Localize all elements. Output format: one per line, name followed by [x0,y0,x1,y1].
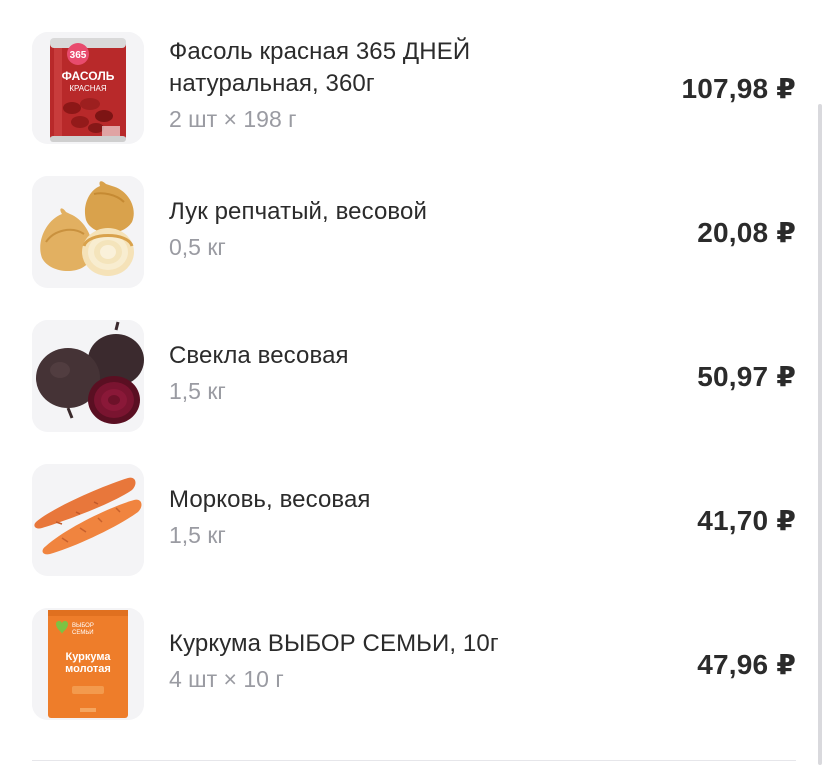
cart-item[interactable]: 365 ФАСОЛЬ КРАСНАЯ Фасоль красная 365 ДН… [0,32,828,176]
list-divider [32,760,796,761]
svg-text:Куркума: Куркума [66,651,112,663]
cart-item[interactable]: Морковь, весовая 1,5 кг 41,70 ₽ [0,464,828,608]
turmeric-pack-icon[interactable]: ВЫБОР СЕМЬИ Куркума молотая [32,608,144,720]
product-price: 47,96 ₽ [697,649,796,680]
svg-text:365: 365 [70,50,87,61]
cart-item-info: Фасоль красная 365 ДНЕЙ натуральная, 360… [169,36,649,134]
product-price: 107,98 ₽ [681,73,796,104]
svg-text:СЕМЬИ: СЕМЬИ [72,630,94,636]
product-price: 20,08 ₽ [697,217,796,248]
cart-item[interactable]: Лук репчатый, весовой 0,5 кг 20,08 ₽ [0,176,828,320]
product-name[interactable]: Лук репчатый, весовой [169,196,649,228]
red-beans-can-icon[interactable]: 365 ФАСОЛЬ КРАСНАЯ [32,32,144,144]
product-quantity: 1,5 кг [169,522,226,548]
cart-item-info: Куркума ВЫБОР СЕМЬИ, 10г 4 шт × 10 г [169,628,649,694]
product-quantity: 1,5 кг [169,378,226,404]
beetroot-icon[interactable] [32,320,144,432]
carrot-icon[interactable] [32,464,144,576]
product-name[interactable]: Свекла весовая [169,340,649,372]
cart-item-info: Морковь, весовая 1,5 кг [169,484,649,550]
scrollbar[interactable] [818,104,822,765]
svg-text:КРАСНАЯ: КРАСНАЯ [69,84,107,93]
product-quantity: 2 шт × 198 г [169,106,297,132]
cart-item[interactable]: ВЫБОР СЕМЬИ Куркума молотая Куркума ВЫБО… [0,608,828,752]
onion-icon[interactable] [32,176,144,288]
product-price: 50,97 ₽ [697,361,796,392]
svg-text:ВЫБОР: ВЫБОР [72,623,94,629]
product-name[interactable]: Куркума ВЫБОР СЕМЬИ, 10г [169,628,649,660]
svg-text:молотая: молотая [65,663,111,675]
product-quantity: 0,5 кг [169,234,226,260]
cart-item[interactable]: Свекла весовая 1,5 кг 50,97 ₽ [0,320,828,464]
svg-text:ФАСОЛЬ: ФАСОЛЬ [62,69,115,83]
cart-item-info: Лук репчатый, весовой 0,5 кг [169,196,649,262]
product-quantity: 4 шт × 10 г [169,666,284,692]
product-name[interactable]: Морковь, весовая [169,484,649,516]
cart-item-info: Свекла весовая 1,5 кг [169,340,649,406]
product-price: 41,70 ₽ [697,505,796,536]
product-name[interactable]: Фасоль красная 365 ДНЕЙ натуральная, 360… [169,36,529,100]
